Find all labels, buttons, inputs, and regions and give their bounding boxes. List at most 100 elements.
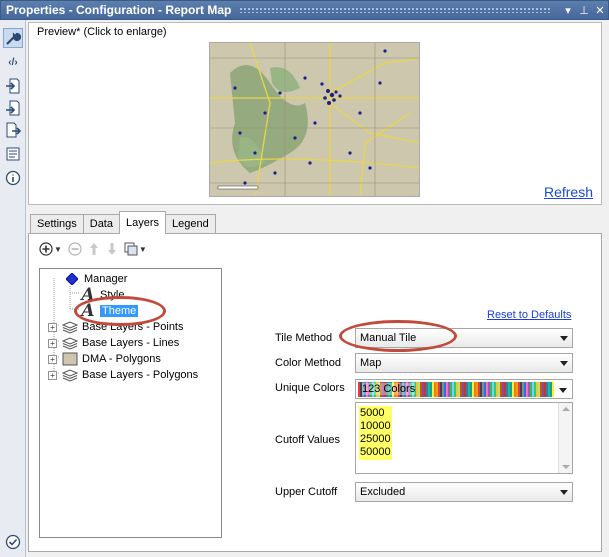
color-swatch: [472, 382, 474, 397]
color-swatch: [536, 382, 538, 397]
color-swatch: [432, 382, 434, 397]
wrench-icon[interactable]: [3, 28, 23, 48]
remove-layer-button[interactable]: [68, 242, 82, 256]
color-swatch: [416, 382, 418, 397]
tree-item-base-lines[interactable]: + Base Layers - Lines: [48, 335, 179, 351]
tab-data[interactable]: Data: [82, 214, 120, 234]
textarea-scrollbar[interactable]: [558, 403, 572, 473]
color-swatch: [538, 382, 540, 397]
cutoff-values-label: Cutoff Values: [275, 434, 341, 446]
remove-icon: [68, 242, 82, 256]
expand-icon[interactable]: +: [48, 322, 57, 332]
color-swatch: [422, 382, 424, 397]
scroll-down-icon[interactable]: [562, 465, 570, 469]
color-swatch: [496, 382, 498, 397]
chevron-down-icon: [560, 361, 568, 366]
color-swatch: [494, 382, 496, 397]
color-swatch: [546, 382, 548, 397]
move-down-button[interactable]: [106, 242, 118, 256]
move-up-button[interactable]: [88, 242, 100, 256]
color-swatch: [462, 382, 464, 397]
color-swatch: [456, 382, 458, 397]
color-swatch: [440, 382, 442, 397]
tile-method-value: Manual Tile: [360, 332, 417, 344]
upper-cutoff-select[interactable]: Excluded: [355, 482, 573, 502]
color-swatch: [436, 382, 438, 397]
tab-settings[interactable]: Settings: [30, 214, 84, 234]
cutoff-value: 5000: [360, 407, 385, 419]
tree-item-label: Base Layers - Polygons: [82, 369, 199, 381]
color-method-select[interactable]: Map: [355, 353, 573, 373]
copy-layer-button[interactable]: ▼: [124, 242, 147, 256]
color-swatch: [444, 382, 446, 397]
color-swatch: [540, 382, 542, 397]
tree-item-theme[interactable]: A Theme: [80, 303, 139, 320]
tab-layers[interactable]: Layers: [119, 211, 167, 234]
dropdown-button[interactable]: ▾: [560, 4, 576, 17]
input-icon[interactable]: [3, 76, 23, 96]
color-swatch: [450, 382, 452, 397]
export-icon[interactable]: [3, 120, 23, 140]
reset-to-defaults-link[interactable]: Reset to Defaults: [487, 309, 571, 321]
color-swatch: [532, 382, 534, 397]
color-swatch: [522, 382, 524, 397]
unique-colors-value: 123 Colors: [362, 383, 416, 395]
color-swatch: [542, 382, 544, 397]
scroll-up-icon[interactable]: [562, 407, 570, 411]
expand-icon[interactable]: +: [48, 370, 57, 380]
diamond-icon: [64, 272, 80, 286]
info-icon[interactable]: [3, 168, 23, 188]
color-swatch: [426, 382, 428, 397]
cutoff-values-text: 5000 10000 25000 50000: [359, 406, 392, 460]
tree-item-label: Manager: [84, 273, 128, 285]
color-swatch: [498, 382, 500, 397]
arrow-down-icon: [107, 243, 116, 255]
color-swatch: [486, 382, 488, 397]
copy-icon: [124, 242, 138, 256]
color-swatch: [458, 382, 460, 397]
cutoff-values-textarea[interactable]: 5000 10000 25000 50000: [355, 402, 573, 474]
tree-item-dma-polygons[interactable]: + DMA - Polygons: [48, 351, 161, 367]
add-layer-button[interactable]: ▼: [39, 242, 62, 256]
color-swatch: [418, 382, 420, 397]
color-swatch: [474, 382, 476, 397]
pin-button[interactable]: ⊥: [576, 4, 592, 17]
tile-method-select[interactable]: Manual Tile: [355, 328, 573, 348]
code-icon[interactable]: ‹/›: [3, 52, 23, 72]
color-swatch: [438, 382, 440, 397]
cutoff-value: 25000: [360, 433, 391, 445]
tab-legend[interactable]: Legend: [165, 214, 216, 234]
tree-item-label: Style: [100, 289, 125, 301]
map-preview[interactable]: [209, 42, 420, 197]
layer-tree[interactable]: Manager A Style A Theme + Base Layers - …: [39, 268, 222, 538]
color-swatch: [548, 382, 550, 397]
color-swatch: [530, 382, 532, 397]
close-button[interactable]: ✕: [592, 4, 608, 17]
tree-item-base-polygons[interactable]: + Base Layers - Polygons: [48, 367, 198, 383]
color-swatch: [526, 382, 528, 397]
unique-colors-label: Unique Colors: [275, 382, 345, 394]
color-swatch: [454, 382, 456, 397]
cutoff-value: 50000: [360, 446, 391, 458]
expand-icon[interactable]: +: [48, 338, 57, 348]
color-swatch: [448, 382, 450, 397]
color-method-value: Map: [360, 357, 382, 369]
title-bar: Properties - Configuration - Report Map …: [0, 0, 609, 20]
annotation-icon[interactable]: [3, 144, 23, 164]
color-swatch: [442, 382, 444, 397]
color-swatch: [460, 382, 462, 397]
color-swatch: [424, 382, 426, 397]
color-swatch: [506, 382, 508, 397]
tree-item-base-points[interactable]: + Base Layers - Points: [48, 319, 184, 335]
color-swatch: [512, 382, 514, 397]
color-swatch: [430, 382, 432, 397]
check-icon[interactable]: [3, 532, 23, 552]
tree-item-manager[interactable]: Manager: [64, 271, 127, 287]
refresh-link[interactable]: Refresh: [544, 184, 593, 200]
output-icon[interactable]: [3, 98, 23, 118]
tree-item-label: DMA - Polygons: [82, 353, 161, 365]
preview-group: Preview* (Click to enlarge) Refresh: [28, 22, 602, 205]
expand-icon[interactable]: +: [48, 354, 57, 364]
unique-colors-select[interactable]: 123 Colors: [355, 379, 573, 399]
color-swatch: [492, 382, 494, 397]
